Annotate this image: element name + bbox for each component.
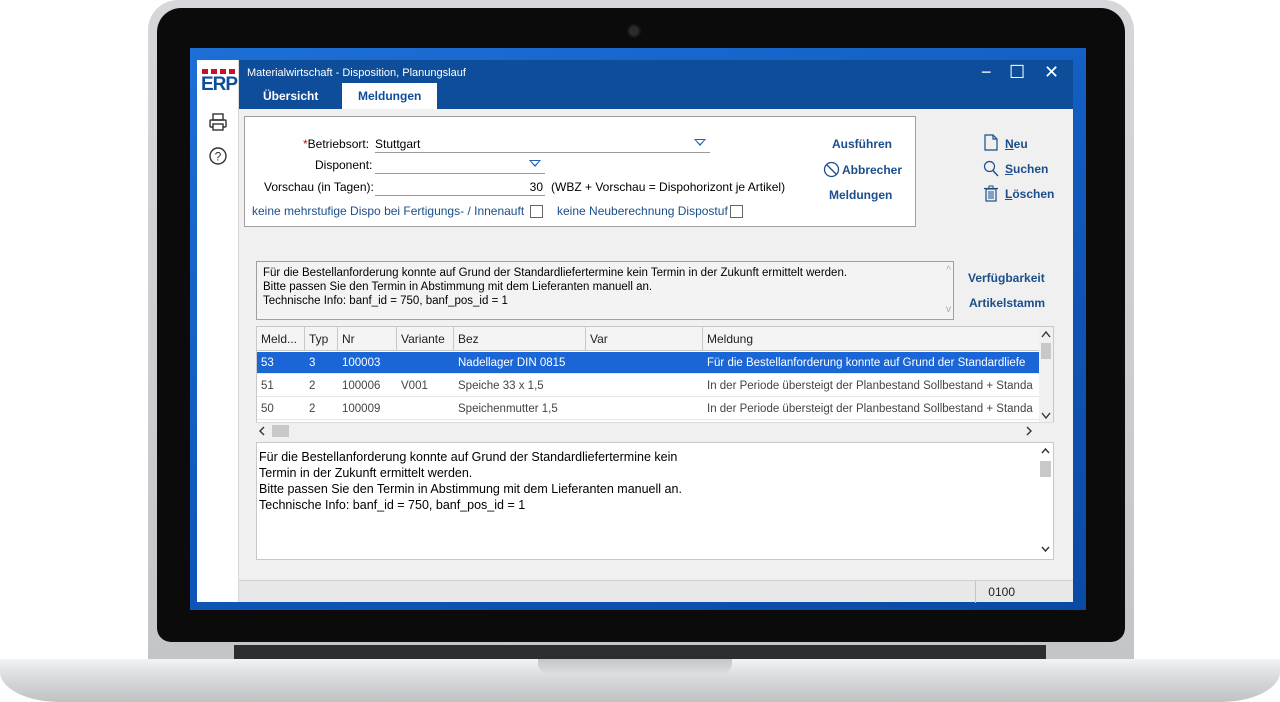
- table-row[interactable]: 51 2 100006 V001 Speiche 33 x 1,5 In der…: [257, 375, 1041, 397]
- tab-uebersicht[interactable]: Übersicht: [247, 83, 334, 109]
- betriebsort-field[interactable]: Stuttgart: [375, 137, 710, 153]
- checkbox-dispo-label: keine mehrstufige Dispo bei Fertigungs- …: [252, 204, 525, 218]
- filter-form: Betriebsort: Stuttgart Disponent: Vorsch…: [244, 116, 916, 227]
- detail-vertical-scrollbar[interactable]: [1038, 443, 1053, 559]
- disponent-field[interactable]: [375, 158, 545, 174]
- checkbox-dispo[interactable]: [530, 205, 543, 218]
- verfuegbarkeit-button[interactable]: Verfügbarkeit: [968, 271, 1045, 285]
- status-bar: 0100: [239, 580, 1073, 603]
- suchen-button[interactable]: Suchen: [1005, 162, 1048, 176]
- betriebsort-dropdown-icon[interactable]: [694, 139, 706, 146]
- checkbox-neuberechnung[interactable]: [730, 205, 743, 218]
- column-header-nr[interactable]: Nr: [338, 327, 397, 351]
- trash-icon: [984, 185, 998, 206]
- abbrecher-button[interactable]: Abbrecher: [842, 163, 902, 177]
- scroll-up-icon[interactable]: ^: [946, 264, 951, 278]
- info-message-box: Für die Bestellanforderung konnte auf Gr…: [256, 261, 954, 320]
- maximize-icon[interactable]: ☐: [1009, 62, 1025, 83]
- artikelstamm-button[interactable]: Artikelstamm: [969, 296, 1045, 310]
- info-line: Bitte passen Sie den Termin in Abstimmun…: [263, 281, 653, 293]
- close-icon[interactable]: ✕: [1044, 62, 1059, 83]
- table-row[interactable]: 53 3 100003 Nadellager DIN 0815 Für die …: [257, 352, 1041, 374]
- info-line: Technische Info: banf_id = 750, banf_pos…: [263, 295, 508, 307]
- erp-window: Materialwirtschaft - Disposition, Planun…: [197, 60, 1073, 603]
- column-header-typ[interactable]: Typ: [305, 327, 338, 351]
- column-header-var[interactable]: Var: [586, 327, 703, 351]
- logo-text: ERP: [201, 74, 238, 95]
- vorschau-input[interactable]: 30: [375, 180, 545, 196]
- table-horizontal-scrollbar[interactable]: [256, 422, 1054, 438]
- table-header: Meld... Typ Nr Variante Bez Var Meldung: [257, 327, 1041, 351]
- table-row[interactable]: 50 2 100009 Speichenmutter 1,5 In der Pe…: [257, 398, 1041, 420]
- neu-button[interactable]: Neu: [1005, 137, 1028, 151]
- ausfuehren-button[interactable]: Ausführen: [832, 137, 892, 151]
- left-rail: ERP ?: [197, 60, 239, 602]
- title-bar: Materialwirtschaft - Disposition, Planun…: [197, 60, 1073, 109]
- search-icon: [983, 160, 999, 181]
- status-code: 0100: [988, 585, 1015, 599]
- betriebsort-value: Stuttgart: [375, 137, 421, 151]
- laptop-hinge: [234, 645, 1046, 659]
- status-separator: [975, 581, 976, 603]
- disponent-label: Disponent:: [315, 158, 373, 172]
- svg-text:?: ?: [215, 150, 222, 164]
- column-header-meldung[interactable]: Meldung: [703, 327, 1041, 351]
- column-header-meld[interactable]: Meld...: [257, 327, 305, 351]
- printer-icon[interactable]: [207, 112, 229, 134]
- column-header-bez[interactable]: Bez: [454, 327, 586, 351]
- checkbox-neuberechnung-label: keine Neuberechnung Dispostuf: [557, 204, 728, 218]
- meldungen-button[interactable]: Meldungen: [829, 188, 892, 202]
- abbrechen-icon: [823, 161, 840, 181]
- disponent-dropdown-icon[interactable]: [529, 160, 541, 167]
- detail-line: Bitte passen Sie den Termin in Abstimmun…: [259, 482, 682, 496]
- loeschen-button[interactable]: Löschen: [1005, 187, 1054, 201]
- detail-line: Technische Info: banf_id = 750, banf_pos…: [259, 498, 526, 512]
- column-header-variante[interactable]: Variante: [397, 327, 454, 351]
- detail-line: Termin in der Zukunft ermittelt werden.: [259, 466, 473, 480]
- webcam: [627, 24, 641, 38]
- laptop-base-notch: [538, 659, 732, 675]
- minimize-icon[interactable]: −: [981, 62, 992, 83]
- info-line: Für die Bestellanforderung konnte auf Gr…: [263, 267, 848, 279]
- betriebsort-label: Betriebsort:: [303, 137, 369, 151]
- vorschau-hint: (WBZ + Vorschau = Dispohorizont je Artik…: [551, 180, 786, 194]
- scroll-down-icon[interactable]: v: [946, 303, 951, 317]
- new-document-icon: [984, 134, 998, 155]
- message-detail-text[interactable]: Für die Bestellanforderung konnte auf Gr…: [256, 442, 1054, 560]
- vorschau-value: 30: [529, 180, 543, 194]
- help-icon[interactable]: ?: [207, 146, 229, 168]
- tab-meldungen[interactable]: Meldungen: [342, 83, 438, 109]
- detail-line: Für die Bestellanforderung konnte auf Gr…: [259, 450, 678, 464]
- vorschau-label: Vorschau (in Tagen):: [264, 180, 374, 194]
- window-title: Materialwirtschaft - Disposition, Planun…: [247, 67, 466, 79]
- erp-logo: ERP: [201, 69, 238, 95]
